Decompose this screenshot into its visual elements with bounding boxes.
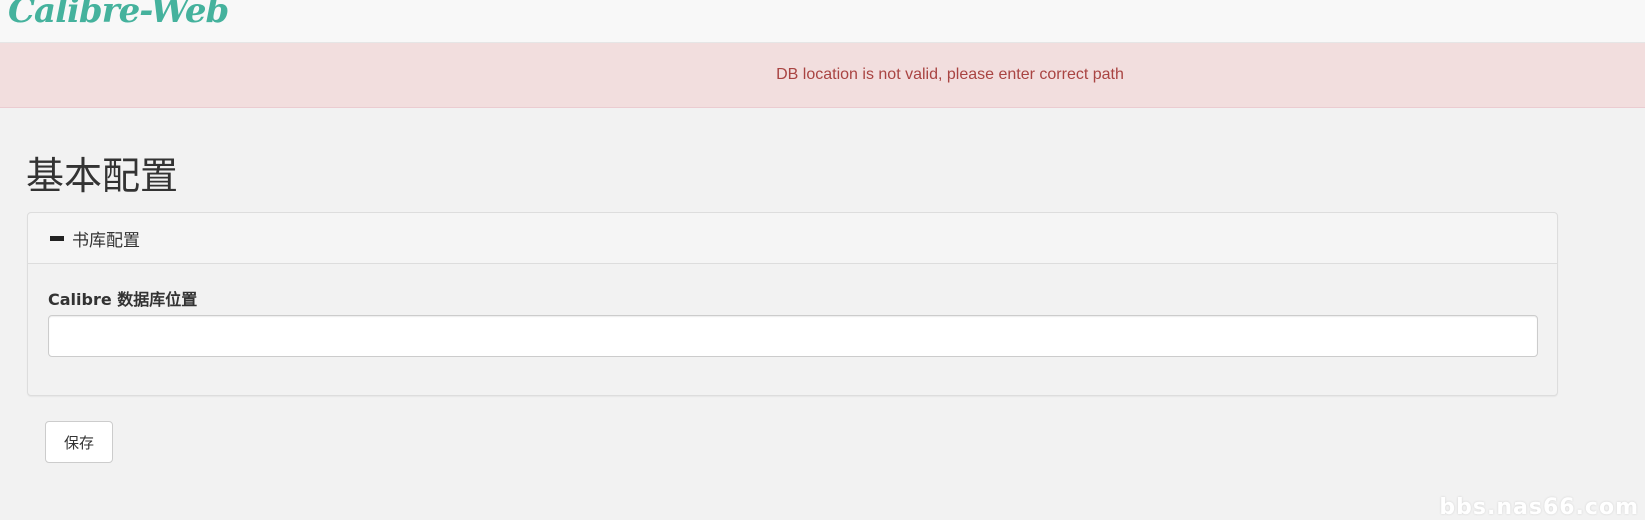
db-location-label: Calibre 数据库位置 [48,290,198,309]
page-title: 基本配置 [26,154,179,198]
db-location-input[interactable] [48,315,1538,357]
save-button[interactable]: 保存 [45,421,113,463]
error-alert: DB location is not valid, please enter c… [0,43,1645,108]
library-config-panel: 书库配置 Calibre 数据库位置 [27,212,1558,396]
top-navbar: Calibre-Web [0,0,1645,43]
alert-message: DB location is not valid, please enter c… [776,66,1124,83]
panel-title: 书库配置 [72,230,140,251]
brand-logo[interactable]: Calibre-Web [8,0,229,31]
watermark-text: bbs.nas66.com [1439,495,1639,520]
minus-icon[interactable] [50,235,64,241]
panel-heading-library-config[interactable]: 书库配置 [28,213,1557,264]
